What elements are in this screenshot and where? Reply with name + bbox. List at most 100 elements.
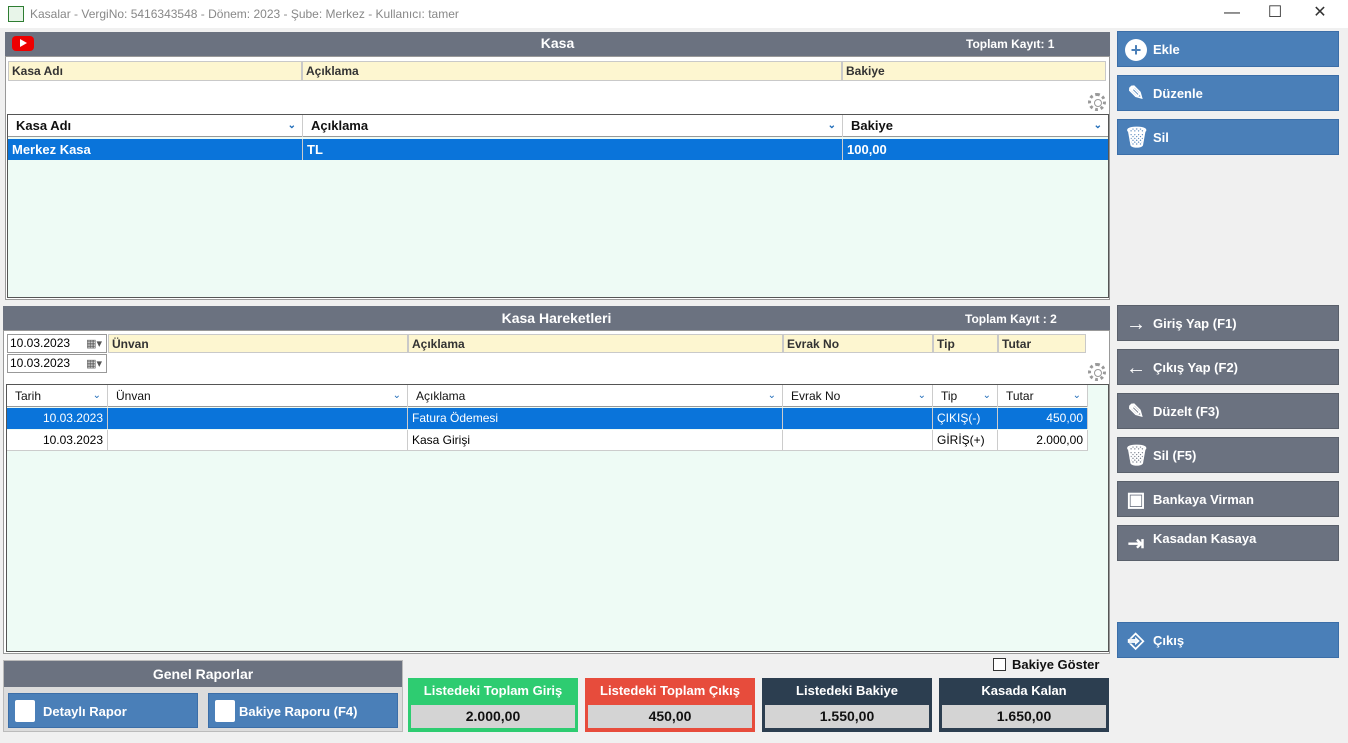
- filter-aciklama[interactable]: Açıklama: [302, 61, 842, 81]
- arrow-left-icon: ←: [1126, 357, 1146, 379]
- genel-raporlar-title: Genel Raporlar: [4, 661, 402, 687]
- kasada-kalan-box: Kasada Kalan 1.650,00: [939, 678, 1109, 732]
- cikis-yap-button[interactable]: ← Çıkış Yap (F2): [1117, 349, 1339, 385]
- kasa-grid-header: Kasa Adı ⌄ Açıklama ⌄ Bakiye ⌄: [8, 115, 1108, 137]
- table-row[interactable]: 10.03.2023 Fatura Ödemesi ÇIKIŞ(-) 450,0…: [7, 408, 1088, 429]
- chevron-down-icon: ⌄: [92, 390, 101, 401]
- calendar-dropdown-icon: ▦▾: [86, 358, 102, 370]
- filter-unvan[interactable]: Ünvan: [108, 334, 408, 353]
- arrow-right-icon: →: [1126, 313, 1146, 335]
- toplam-cikis-value: 450,00: [588, 705, 752, 728]
- filter-bakiye[interactable]: Bakiye: [842, 61, 1106, 81]
- col-header-tarih[interactable]: Tarih ⌄: [7, 385, 108, 407]
- bakiye-goster-checkbox[interactable]: [993, 658, 1006, 671]
- col-header-aciklama[interactable]: Açıklama ⌄: [408, 385, 783, 407]
- toplam-cikis-label: Listedeki Toplam Çıkış: [600, 683, 740, 698]
- listedeki-bakiye-value: 1.550,00: [765, 705, 929, 728]
- sil-f5-button[interactable]: 🗑 Sil (F5): [1117, 437, 1339, 473]
- toplam-giris-label: Listedeki Toplam Giriş: [423, 683, 563, 698]
- filter-tutar[interactable]: Tutar: [998, 334, 1086, 353]
- table-row[interactable]: 10.03.2023 Kasa Girişi GİRİŞ(+) 2.000,00: [7, 430, 1088, 451]
- chevron-down-icon: ⌄: [392, 390, 401, 401]
- cell-aciklama: Fatura Ödemesi: [408, 408, 783, 429]
- ekle-button[interactable]: + Ekle: [1117, 31, 1339, 67]
- kasa-settings-gear-icon[interactable]: [1088, 93, 1106, 111]
- plus-circle-icon: +: [1125, 39, 1147, 61]
- date-to-input[interactable]: 10.03.2023 ▦▾: [7, 354, 107, 373]
- bankaya-virman-button[interactable]: ▣ Bankaya Virman: [1117, 481, 1339, 517]
- pencil-icon: ✎: [1127, 83, 1145, 105]
- duzelt-button[interactable]: ✎ Düzelt (F3): [1117, 393, 1339, 429]
- close-button[interactable]: ✕: [1298, 2, 1342, 26]
- chevron-down-icon: ⌄: [827, 120, 836, 131]
- bakiye-raporu-button[interactable]: Bakiye Raporu (F4): [208, 693, 398, 728]
- cell-tarih: 10.03.2023: [7, 430, 108, 451]
- hareket-settings-gear-icon[interactable]: [1088, 363, 1106, 381]
- kasadan-kasaya-button[interactable]: ⇥ Kasadan Kasaya: [1117, 525, 1339, 561]
- sil-button[interactable]: 🗑 Sil: [1117, 119, 1339, 155]
- toplam-giris-box: Listedeki Toplam Giriş 2.000,00: [408, 678, 578, 732]
- chevron-down-icon: ⌄: [287, 120, 296, 131]
- listedeki-bakiye-box: Listedeki Bakiye 1.550,00: [762, 678, 932, 732]
- maximize-button[interactable]: ☐: [1253, 2, 1297, 26]
- hareket-record-count: Toplam Kayıt : 2: [965, 312, 1057, 326]
- toplam-cikis-box: Listedeki Toplam Çıkış 450,00: [585, 678, 755, 732]
- col-header-aciklama[interactable]: Açıklama ⌄: [303, 115, 843, 137]
- kasa-grid: Kasa Adı ⌄ Açıklama ⌄ Bakiye ⌄ Merkez Kasa …: [7, 114, 1109, 298]
- table-row[interactable]: Merkez Kasa TL 100,00: [8, 139, 1108, 160]
- hareket-panel-title: Kasa Hareketleri: [501, 310, 612, 326]
- kasa-panel-header: Kasa Toplam Kayıt: 1: [5, 32, 1110, 56]
- exit-door-icon: ⎆: [1128, 630, 1144, 652]
- chevron-down-icon: ⌄: [1093, 120, 1102, 131]
- calendar-dropdown-icon: ▦▾: [86, 338, 102, 350]
- hareket-panel-header: Kasa Hareketleri Toplam Kayıt : 2: [3, 306, 1110, 330]
- col-header-evrak-no[interactable]: Evrak No ⌄: [783, 385, 933, 407]
- kasa-panel-title: Kasa: [540, 35, 575, 51]
- filter-tip[interactable]: Tip: [933, 334, 998, 353]
- hareket-grid: Tarih ⌄ Ünvan ⌄ Açıklama ⌄ Evrak No ⌄ Tip ⌄ T…: [6, 384, 1109, 652]
- cell-evrak-no: [783, 408, 933, 429]
- col-header-bakiye[interactable]: Bakiye ⌄: [843, 115, 1108, 137]
- chevron-down-icon: ⌄: [982, 390, 991, 401]
- listedeki-bakiye-label: Listedeki Bakiye: [796, 683, 898, 698]
- genel-raporlar-panel: Genel Raporlar Detaylı Rapor Bakiye Rapo…: [3, 660, 403, 732]
- cash-transfer-icon: ⇥: [1127, 533, 1145, 555]
- minimize-button[interactable]: —: [1210, 2, 1254, 26]
- cell-unvan: [108, 408, 408, 429]
- kasada-kalan-label: Kasada Kalan: [981, 683, 1067, 698]
- col-header-tutar[interactable]: Tutar ⌄: [998, 385, 1088, 407]
- col-header-tip[interactable]: Tip ⌄: [933, 385, 998, 407]
- detayli-rapor-button[interactable]: Detaylı Rapor: [8, 693, 198, 728]
- cell-tutar: 2.000,00: [998, 430, 1088, 451]
- bank-transfer-icon: ▣: [1126, 489, 1146, 511]
- giris-yap-button[interactable]: → Giriş Yap (F1): [1117, 305, 1339, 341]
- filter-evrak-no[interactable]: Evrak No: [783, 334, 933, 353]
- chevron-down-icon: ⌄: [917, 390, 926, 401]
- toplam-giris-value: 2.000,00: [411, 705, 575, 728]
- window-title: Kasalar - VergiNo: 5416343548 - Dönem: 2…: [30, 7, 459, 21]
- title-bar: Kasalar - VergiNo: 5416343548 - Dönem: 2…: [0, 0, 1348, 28]
- filter-hareket-aciklama[interactable]: Açıklama: [408, 334, 783, 353]
- col-header-kasa-adi[interactable]: Kasa Adı ⌄: [8, 115, 303, 137]
- cell-aciklama: Kasa Girişi: [408, 430, 783, 451]
- cell-unvan: [108, 430, 408, 451]
- report-document-icon: [15, 700, 35, 722]
- kasada-kalan-value: 1.650,00: [942, 705, 1106, 728]
- bakiye-goster-label: Bakiye Göster: [1012, 657, 1100, 672]
- trash-icon: 🗑: [1124, 445, 1150, 467]
- kasa-record-count: Toplam Kayıt: 1: [966, 37, 1055, 51]
- col-header-unvan[interactable]: Ünvan ⌄: [108, 385, 408, 407]
- cell-tip: GİRİŞ(+): [933, 430, 998, 451]
- date-from-input[interactable]: 10.03.2023 ▦▾: [7, 334, 107, 353]
- cell-tip: ÇIKIŞ(-): [933, 408, 998, 429]
- duzenle-button[interactable]: ✎ Düzenle: [1117, 75, 1339, 111]
- cell-aciklama: TL: [303, 139, 843, 160]
- cikis-exit-button[interactable]: ⎆ Çıkış: [1117, 622, 1339, 658]
- app-chart-icon: [8, 6, 24, 22]
- report-document-icon: [215, 700, 235, 722]
- trash-icon: 🗑: [1124, 127, 1150, 149]
- filter-kasa-adi[interactable]: Kasa Adı: [8, 61, 302, 81]
- chevron-down-icon: ⌄: [1072, 390, 1081, 401]
- cell-bakiye: 100,00: [847, 142, 887, 157]
- hareket-grid-header: Tarih ⌄ Ünvan ⌄ Açıklama ⌄ Evrak No ⌄ Tip ⌄ T…: [7, 385, 1088, 407]
